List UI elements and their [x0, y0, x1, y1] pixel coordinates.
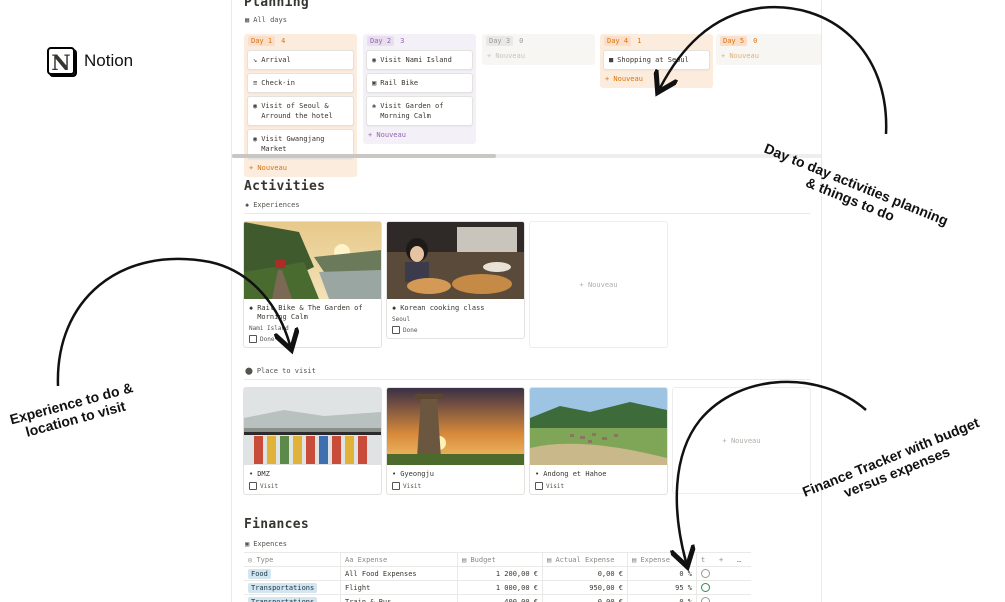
planning-arrow	[660, 5, 888, 135]
experience-arrow	[56, 257, 290, 387]
annotation-arrows	[56, 5, 888, 602]
